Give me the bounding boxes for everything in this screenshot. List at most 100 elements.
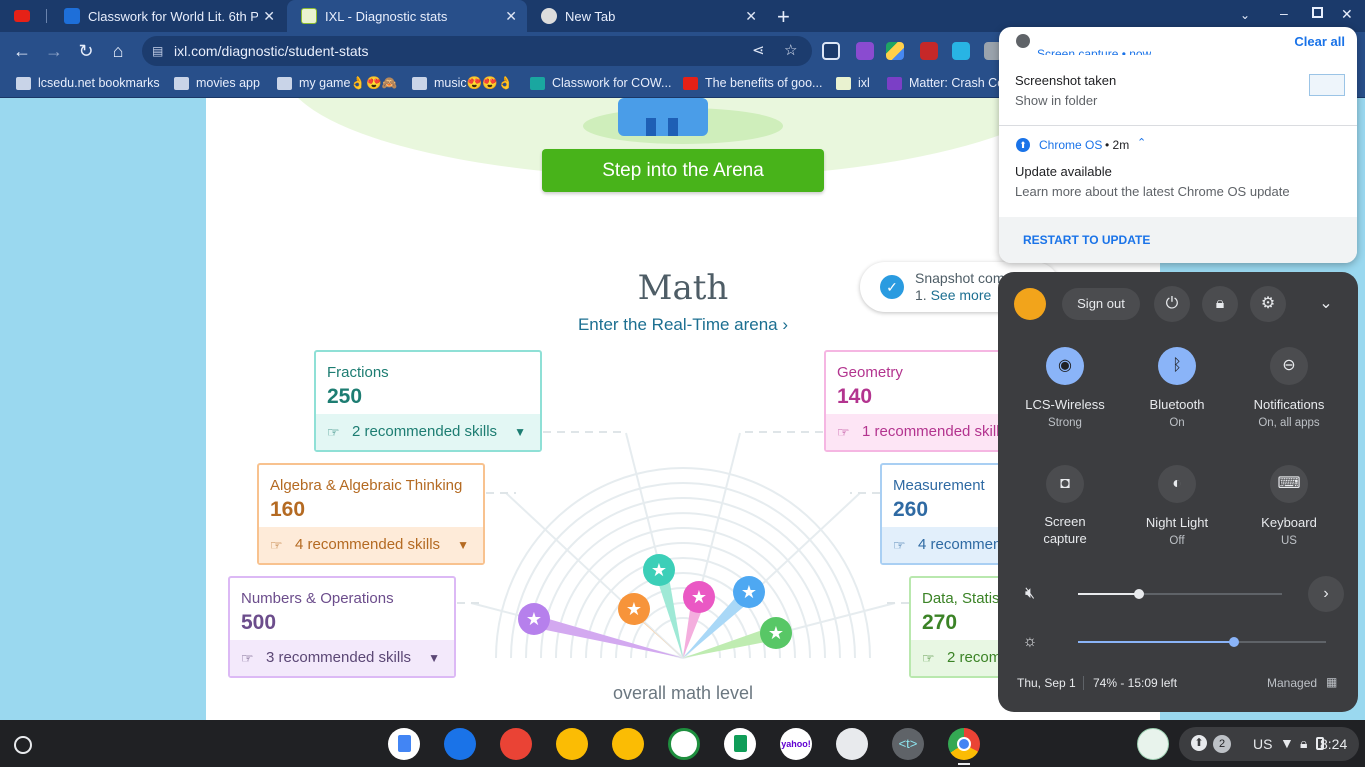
launcher-icon[interactable]: [14, 736, 32, 754]
minimize-icon[interactable]: –: [1280, 5, 1288, 21]
site-info-icon[interactable]: ▤: [152, 36, 163, 66]
chrome-os-icon: ⬆: [1016, 138, 1030, 152]
address-bar[interactable]: ▤ ixl.com/diagnostic/student-stats ⋖ ☆: [142, 36, 812, 66]
collapse-panel-icon[interactable]: ⌄: [1308, 286, 1344, 322]
close-window-icon[interactable]: ✕: [1341, 6, 1353, 23]
tab-new[interactable]: New Tab ✕: [527, 0, 767, 32]
power-icon[interactable]: ⏻: [1154, 286, 1190, 322]
tab-classwork[interactable]: Classwork for World Lit. 6th Peri ✕: [50, 0, 285, 32]
bookmark-classwork[interactable]: Classwork for COW...: [530, 76, 671, 90]
forward-icon[interactable]: →: [41, 38, 67, 64]
battery-label[interactable]: 74% - 15:09 left: [1093, 676, 1177, 690]
google-drive-icon[interactable]: [886, 42, 904, 60]
keyboard-tile[interactable]: ⌨ Keyboard US: [1234, 465, 1344, 547]
screenshot-tray-thumbnail[interactable]: [1137, 728, 1169, 760]
screenshot-thumbnail[interactable]: [1309, 74, 1345, 96]
bluetooth-tile[interactable]: ᛒ Bluetooth On: [1122, 347, 1232, 429]
sign-out-button[interactable]: Sign out: [1062, 288, 1140, 320]
bookmark-folder-music[interactable]: music😍😍👌: [412, 76, 513, 91]
lock-icon[interactable]: 🔒︎: [1202, 286, 1238, 322]
maximize-icon[interactable]: [1312, 7, 1323, 18]
google-keep-icon[interactable]: [612, 728, 644, 760]
mute-icon[interactable]: 🔇︎: [1012, 576, 1048, 612]
chevron-down-icon: ▼: [428, 651, 440, 665]
notification-center: Screen capture • now Clear all Screensho…: [999, 27, 1357, 263]
brightness-knob[interactable]: [1229, 637, 1239, 647]
pointing-hand-icon: ☞: [327, 424, 340, 440]
divider: [1083, 676, 1084, 690]
bookmark-folder-lcsedu[interactable]: lcsedu.net bookmarks: [16, 76, 160, 90]
chrome-browser-icon[interactable]: [948, 728, 980, 760]
close-tab-icon[interactable]: ✕: [263, 8, 275, 25]
card-score: 140: [837, 385, 873, 408]
tab-title: New Tab: [565, 8, 616, 24]
reload-icon[interactable]: ↻: [73, 38, 99, 64]
paint-icon[interactable]: [500, 728, 532, 760]
extension-rw-icon[interactable]: [856, 42, 874, 60]
extension-arrows-icon[interactable]: [952, 42, 970, 60]
ixl-icon: [301, 8, 317, 24]
close-tab-icon[interactable]: ✕: [745, 8, 757, 25]
recommended-skills-button[interactable]: ☞ 3 recommended skills ▼: [230, 640, 454, 676]
pinned-tab-youtube[interactable]: [0, 0, 40, 32]
settings-icon[interactable]: ⚙: [1250, 286, 1286, 322]
volume-knob[interactable]: [1134, 589, 1144, 599]
pointing-hand-icon: ☞: [270, 537, 283, 553]
bookmark-folder-movies[interactable]: movies app: [174, 76, 260, 90]
home-icon[interactable]: ⌂: [105, 38, 131, 64]
card-numbers-operations[interactable]: Numbers & Operations 500 ☞ 3 recommended …: [228, 576, 456, 678]
pointing-hand-icon: ☞: [241, 650, 254, 666]
status-tray[interactable]: ⬆ 2 US ▼ 🔒︎ 8:24: [1179, 727, 1359, 761]
card-fractions[interactable]: Fractions 250 ☞ 2 recommended skills ▼: [314, 350, 542, 452]
bookmark-crash-course[interactable]: Matter: Crash Co: [887, 76, 1004, 90]
folder-icon: [412, 77, 427, 90]
managed-label[interactable]: Managed: [1267, 676, 1317, 690]
brightness-slider[interactable]: [1078, 637, 1326, 647]
avatar[interactable]: [1014, 288, 1046, 320]
files-icon[interactable]: [444, 728, 476, 760]
quick-settings-panel: Sign out ⏻ 🔒︎ ⚙ ⌄ ◉ LCS-Wireless Strong …: [998, 272, 1358, 712]
step-into-arena-button[interactable]: Step into the Arena: [542, 149, 824, 192]
pointing-hand-icon: ☞: [922, 650, 935, 666]
back-icon[interactable]: ←: [9, 38, 35, 64]
wifi-tile[interactable]: ◉ LCS-Wireless Strong: [1010, 347, 1120, 429]
collapse-icon[interactable]: ⌃: [1137, 136, 1146, 149]
bookmark-star-icon[interactable]: ☆: [784, 36, 797, 66]
google-docs-icon[interactable]: [388, 728, 420, 760]
google-slides-icon[interactable]: [556, 728, 588, 760]
google-sheets-icon[interactable]: [724, 728, 756, 760]
bookmark-ixl[interactable]: ixl: [836, 76, 870, 90]
bookmark-label: movies app: [196, 76, 260, 90]
extension-shield-icon[interactable]: [822, 42, 840, 60]
terminal-icon[interactable]: <t>: [892, 728, 924, 760]
restart-to-update-button[interactable]: RESTART TO UPDATE: [1023, 233, 1150, 247]
card-algebra[interactable]: Algebra & Algebraic Thinking 160 ☞ 4 reco…: [257, 463, 485, 565]
night-light-tile[interactable]: ◐ Night Light Off: [1122, 465, 1232, 547]
recommended-skills-button[interactable]: ☞ 4 recommended skills ▼: [259, 527, 483, 563]
screen-capture-tile[interactable]: ◘ Screen capture: [1010, 465, 1120, 547]
new-tab-button[interactable]: +: [777, 4, 790, 30]
close-tab-icon[interactable]: ✕: [505, 8, 517, 25]
ixl-icon: [836, 76, 851, 90]
wifi-status-icon: ▼: [1280, 735, 1294, 751]
share-icon[interactable]: ⋖: [752, 36, 765, 66]
date-label[interactable]: Thu, Sep 1: [1017, 676, 1076, 690]
flashlight-icon[interactable]: [836, 728, 868, 760]
bookmark-folder-game[interactable]: my game👌😍🙈: [277, 76, 397, 91]
audio-settings-arrow-icon[interactable]: ›: [1308, 576, 1344, 612]
notifications-tile[interactable]: ⊖ Notifications On, all apps: [1234, 347, 1344, 429]
tab-search-icon[interactable]: ⌄: [1240, 8, 1250, 22]
see-more-link[interactable]: See more: [931, 287, 992, 303]
show-in-folder-text[interactable]: Show in folder: [1015, 93, 1097, 108]
recommended-skills-button[interactable]: ☞ 2 recommended skills ▼: [316, 414, 540, 450]
volume-slider[interactable]: [1078, 589, 1282, 599]
card-score: 160: [270, 498, 306, 521]
snapshot-title: Snapshot com: [915, 270, 1005, 286]
extension-ublock-icon[interactable]: [920, 42, 938, 60]
tab-ixl[interactable]: IXL - Diagnostic stats ✕: [287, 0, 527, 32]
volume-fill: [1078, 593, 1139, 595]
yahoo-icon[interactable]: yahoo!: [780, 728, 812, 760]
bookmark-youtube[interactable]: The benefits of goo...: [683, 76, 822, 90]
clear-all-button[interactable]: Clear all: [1294, 34, 1345, 49]
geogebra-icon[interactable]: [668, 728, 700, 760]
